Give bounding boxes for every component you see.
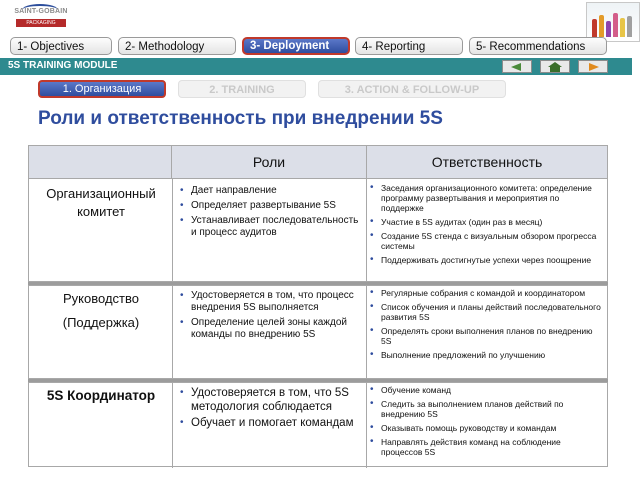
list-item: Следить за выполнением планов действий п… <box>369 399 601 419</box>
list-item: Заседания организационного комитета: опр… <box>369 183 601 213</box>
responsibilities-list: Регулярные собрания с командой и координ… <box>369 288 601 364</box>
subtab-training[interactable]: 2. TRAINING <box>178 80 306 98</box>
table-header-roles: Роли <box>171 145 367 179</box>
row-label-committee: Организационный комитет <box>46 186 156 219</box>
roles-list: Удостоверяется в том, что процесс внедре… <box>179 290 363 344</box>
list-item: Обучение команд <box>369 385 601 395</box>
tab-reporting[interactable]: 4- Reporting <box>355 37 463 55</box>
table-row: Организационный комитет Дает направление… <box>28 178 608 283</box>
arrow-right-icon <box>589 63 599 71</box>
table-row: Руководство (Поддержка) Удостоверяется в… <box>28 285 608 380</box>
list-item: Выполнение предложений по улучшению <box>369 350 601 360</box>
table-header-responsibility: Ответственность <box>366 145 608 179</box>
list-item: Определять сроки выполнения планов по вн… <box>369 326 601 346</box>
roles-list: Удостоверяется в том, что 5S методология… <box>179 386 363 432</box>
roles-table: Роли Ответственность Организационный ком… <box>28 145 608 468</box>
table-header-empty <box>28 145 172 179</box>
logo-brand: SAINT-GOBAIN <box>14 8 68 15</box>
tab-deployment[interactable]: 3- Deployment <box>242 37 350 55</box>
list-item: Направлять действия команд на соблюдение… <box>369 437 601 457</box>
roles-list: Дает направление Определяет развертывани… <box>179 185 359 242</box>
page-title: Роли и ответственность при внедрении 5S <box>38 108 443 129</box>
row-label-support: (Поддержка) <box>62 315 140 330</box>
responsibilities-list: Обучение команд Следить за выполнением п… <box>369 385 601 461</box>
tab-objectives[interactable]: 1- Objectives <box>10 37 112 55</box>
home-button[interactable] <box>540 60 570 73</box>
list-item: Устанавливает последовательность и проце… <box>179 215 359 239</box>
list-item: Создание 5S стенда с визуальным обзором … <box>369 231 601 251</box>
list-item: Определяет развертывание 5S <box>179 200 359 212</box>
list-item: Регулярные собрания с командой и координ… <box>369 288 601 298</box>
arrow-left-icon <box>511 63 521 71</box>
list-item: Обучает и помогает командам <box>179 416 363 430</box>
list-item: Дает направление <box>179 185 359 197</box>
list-item: Поддерживать достигнутые успехи через по… <box>369 255 601 265</box>
back-button[interactable] <box>502 60 532 73</box>
subtab-action-follow-up[interactable]: 3. ACTION & FOLLOW-UP <box>318 80 506 98</box>
row-label-coordinator: 5S Координатор <box>46 388 156 403</box>
module-banner: 5S TRAINING MODULE <box>0 58 632 75</box>
saint-gobain-logo: SAINT-GOBAIN PACKAGING <box>8 4 74 34</box>
list-item: Определение целей зоны каждой команды по… <box>179 317 363 341</box>
list-item: Список обучения и планы действий последо… <box>369 302 601 322</box>
list-item: Удостоверяется в том, что 5S методология… <box>179 386 363 414</box>
subtab-organization[interactable]: 1. Организация <box>38 80 166 98</box>
tab-methodology[interactable]: 2- Methodology <box>118 37 236 55</box>
module-title: 5S TRAINING MODULE <box>8 60 118 71</box>
responsibilities-list: Заседания организационного комитета: опр… <box>369 183 601 269</box>
table-row: 5S Координатор Удостоверяется в том, что… <box>28 382 608 468</box>
forward-button[interactable] <box>578 60 608 73</box>
list-item: Участие в 5S аудитах (один раз в месяц) <box>369 217 601 227</box>
row-label-management: Руководство <box>63 291 139 306</box>
list-item: Удостоверяется в том, что процесс внедре… <box>179 290 363 314</box>
logo-sub: PACKAGING <box>16 19 66 27</box>
tab-recommendations[interactable]: 5- Recommendations <box>469 37 607 55</box>
list-item: Оказывать помощь руководству и командам <box>369 423 601 433</box>
product-bottles-image <box>586 2 640 42</box>
